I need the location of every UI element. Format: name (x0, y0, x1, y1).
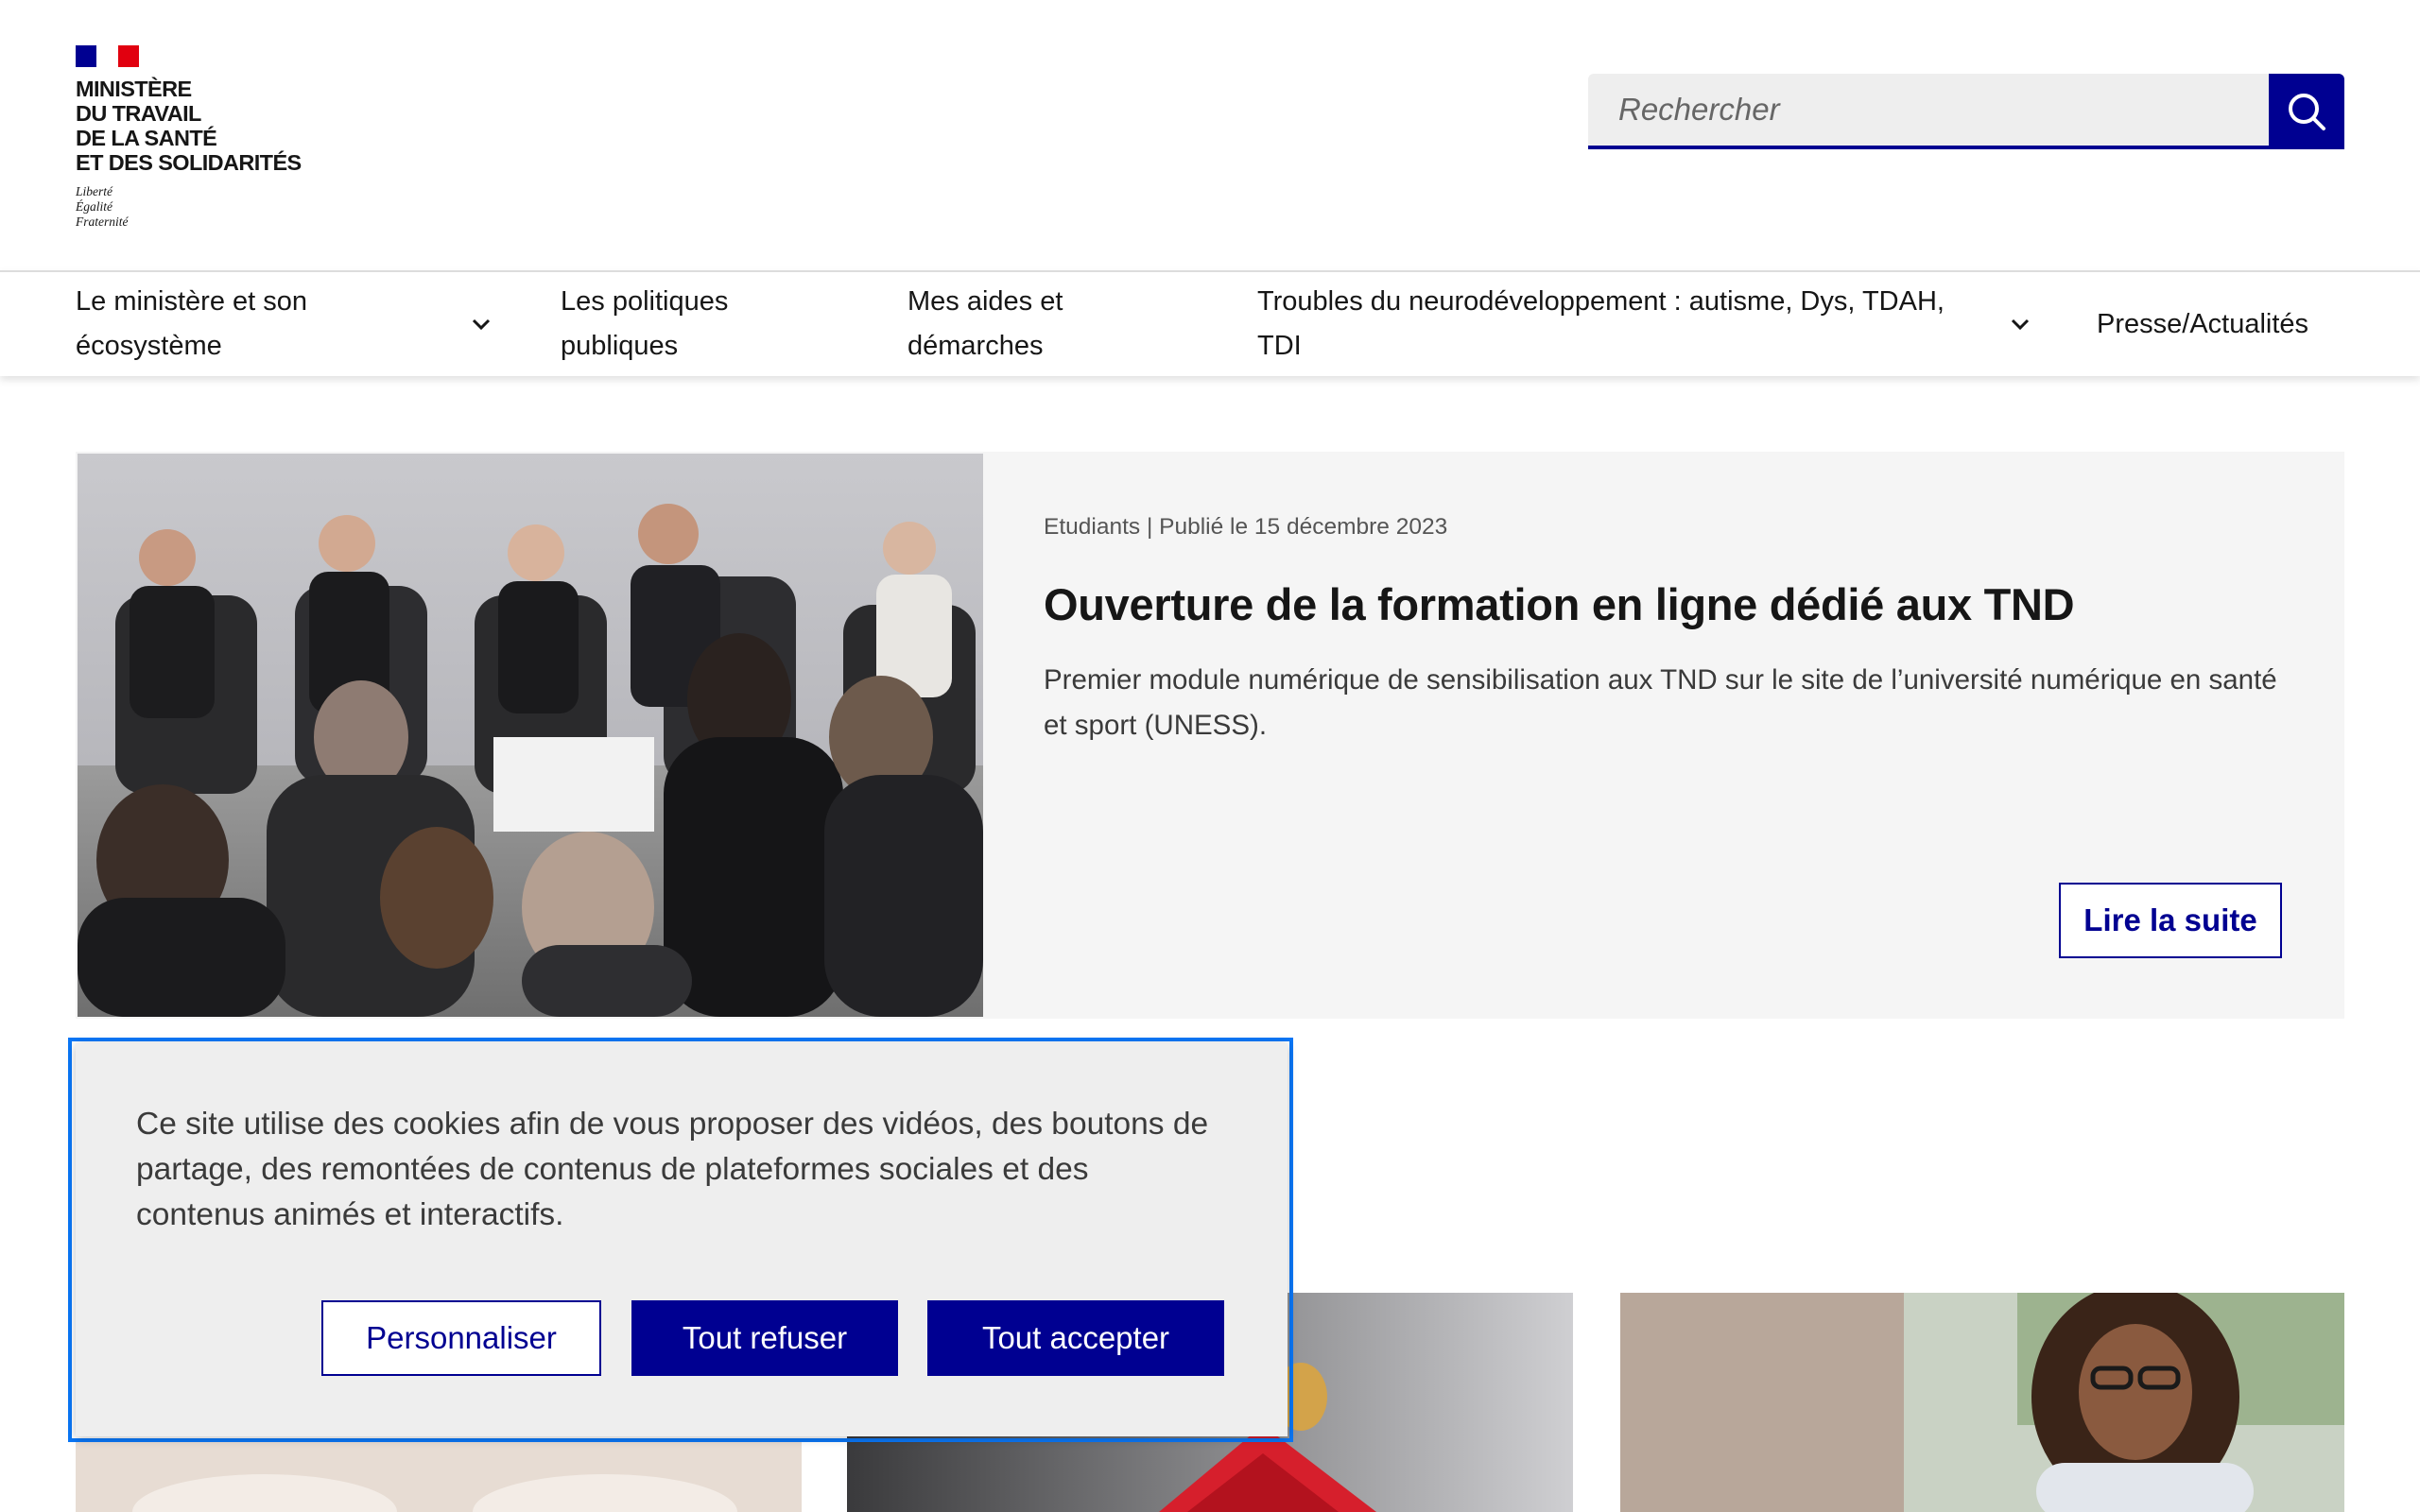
cookie-consent-text: Ce site utilise des cookies afin de vous… (136, 1107, 1209, 1232)
article-card-image[interactable] (76, 1442, 802, 1512)
ministry-name: Ministère du Travail de la Santé et des … (76, 77, 302, 175)
nav-label-line: TDI (1257, 331, 1302, 361)
ministry-name-line: du Travail (76, 101, 201, 126)
nav-item-politiques-publiques[interactable]: Les politiques publiques (561, 272, 844, 376)
nav-item-aides-demarches[interactable]: Mes aides et démarches (908, 272, 1191, 376)
refuse-all-cookies-button[interactable]: Tout refuser (631, 1300, 898, 1376)
nav-label-line: écosystème (76, 331, 222, 361)
ministry-name-line: Ministère (76, 77, 192, 101)
ministry-name-line: de la Santé (76, 126, 217, 150)
featured-article-image (78, 454, 983, 1017)
search-icon (2289, 94, 2325, 130)
article-title[interactable]: Ouverture de la formation en ligne dédié… (1044, 578, 2075, 630)
nav-item-label: Le ministère et son écosystème (76, 280, 307, 369)
ministry-logo[interactable]: Ministère du Travail de la Santé et des … (76, 45, 302, 230)
nav-label-line: Mes aides et (908, 286, 1063, 317)
read-more-button[interactable]: Lire la suite (2059, 883, 2282, 958)
motto-line: Fraternité (76, 215, 129, 229)
article-card-image[interactable] (1620, 1293, 2344, 1512)
nav-label-line: Les politiques (561, 286, 729, 317)
marianne-flag-icon (76, 45, 139, 67)
republic-motto: Liberté Égalité Fraternité (76, 184, 302, 230)
nav-item-label: Troubles du neurodéveloppement : autisme… (1257, 280, 1945, 369)
motto-line: Égalité (76, 199, 112, 214)
nav-label-line: Le ministère et son (76, 286, 308, 317)
search-bar (1588, 74, 2344, 149)
customize-cookies-button[interactable]: Personnaliser (321, 1300, 601, 1376)
nav-item-label: Mes aides et démarches (908, 280, 1063, 369)
nav-item-label: Les politiques publiques (561, 280, 728, 369)
article-meta: Etudiants | Publié le 15 décembre 2023 (1044, 514, 1448, 540)
article-description: Premier module numérique de sensibilisat… (1044, 664, 2277, 741)
chevron-down-icon (2010, 318, 2031, 331)
featured-article-card: Etudiants | Publié le 15 décembre 2023 O… (76, 452, 2344, 1019)
accept-all-cookies-button[interactable]: Tout accepter (927, 1300, 1224, 1376)
nav-item-ministere[interactable]: Le ministère et son écosystème (76, 272, 497, 376)
search-button[interactable] (2269, 74, 2344, 149)
nav-item-presse-actualites[interactable]: Presse/Actualités (2097, 272, 2344, 376)
nav-label-line: démarches (908, 331, 1044, 361)
motto-line: Liberté (76, 184, 112, 198)
nav-item-label: Presse/Actualités (2097, 308, 2309, 339)
ministry-name-line: et des Solidarités (76, 150, 302, 175)
cookie-consent-banner: Ce site utilise des cookies afin de vous… (76, 1043, 1288, 1436)
nav-label-line: Troubles du neurodéveloppement : autisme… (1257, 286, 1945, 317)
search-input[interactable] (1588, 74, 2269, 149)
site-header: Ministère du Travail de la Santé et des … (0, 0, 2420, 270)
main-navigation: Le ministère et son écosystème Les polit… (0, 270, 2420, 376)
nav-item-troubles-neurodeveloppement[interactable]: Troubles du neurodéveloppement : autisme… (1257, 272, 2036, 376)
nav-label-line: publiques (561, 331, 679, 361)
chevron-down-icon (471, 318, 492, 331)
